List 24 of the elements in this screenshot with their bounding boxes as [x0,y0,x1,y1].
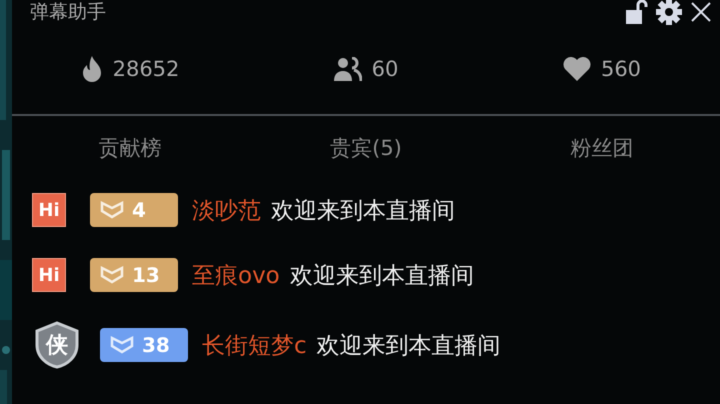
close-icon[interactable] [690,1,712,23]
stat-value: 560 [600,57,642,81]
level-badge: 4 [90,193,178,227]
message-text: 欢迎来到本直播间 [290,262,474,290]
message-text: 欢迎来到本直播间 [271,196,455,226]
settings-icon[interactable] [656,0,682,25]
users-icon [334,57,362,81]
unlock-icon[interactable] [626,0,648,24]
level-badge: 13 [90,258,178,292]
message-text: 欢迎来到本直播间 [316,332,501,360]
flame-icon [80,56,103,82]
tab[interactable]: 粉丝团 [484,130,720,166]
tab[interactable]: 贵宾(5) [248,130,484,166]
tab[interactable]: 贡献榜 [12,130,248,166]
level-badge: 38 [100,328,188,362]
username: 长街短梦c [202,332,307,360]
stat-value: 28652 [112,57,180,81]
window-title: 弹幕助手 [30,0,106,25]
hi-badge: Hi [32,193,66,227]
heart-icon [562,57,591,81]
username: 至痕ovo [192,262,280,290]
hi-badge: Hi [32,258,66,292]
stat-value: 60 [372,57,398,81]
username: 淡吵范 [192,196,261,226]
